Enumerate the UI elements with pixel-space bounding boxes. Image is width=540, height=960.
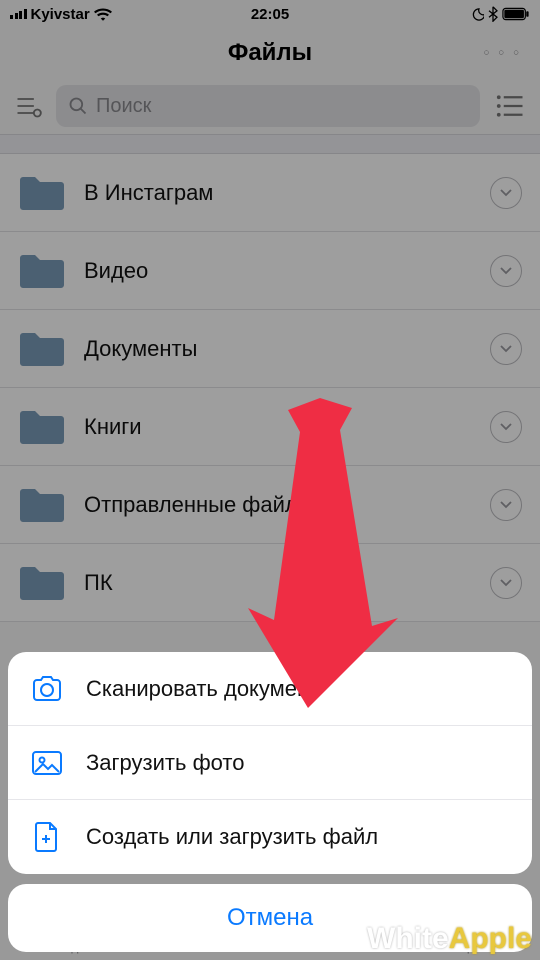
action-sheet: Сканировать документ Загрузить фото Созд… (8, 652, 532, 874)
sheet-upload-photo[interactable]: Загрузить фото (8, 726, 532, 800)
watermark: WhiteApple (367, 922, 532, 956)
sheet-upload-photo-label: Загрузить фото (86, 750, 244, 776)
sheet-create-upload-label: Создать или загрузить файл (86, 824, 378, 850)
sheet-scan-document[interactable]: Сканировать документ (8, 652, 532, 726)
file-add-icon (30, 820, 64, 854)
sheet-create-upload-file[interactable]: Создать или загрузить файл (8, 800, 532, 874)
camera-icon (30, 672, 64, 706)
photo-icon (30, 746, 64, 780)
sheet-scan-label: Сканировать документ (86, 676, 319, 702)
cancel-label: Отмена (227, 904, 313, 932)
